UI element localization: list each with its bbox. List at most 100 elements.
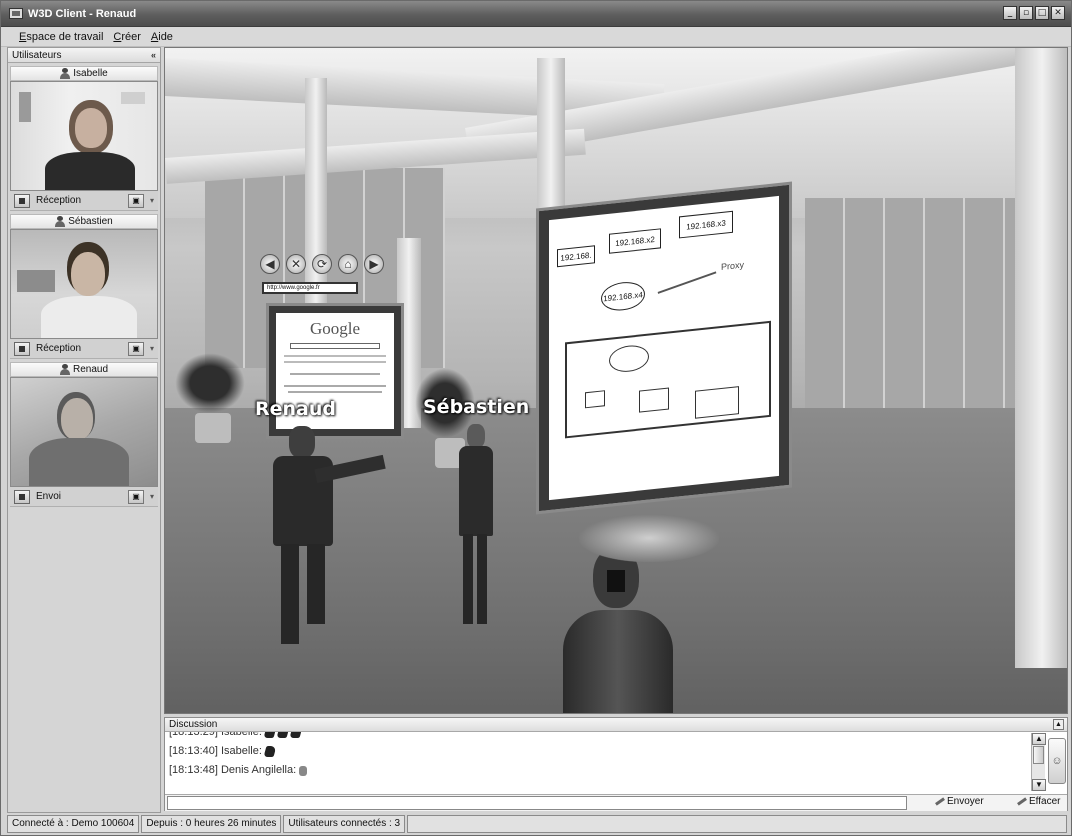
chat-user: Denis Angilella: — [220, 764, 297, 776]
user-name-bar: Renaud — [10, 362, 158, 377]
restore-button[interactable]: ▫ — [1019, 6, 1033, 20]
user-name: Isabelle — [73, 68, 108, 79]
chat-log: [18:13:29] Isabelle: [18:13:40] Isabelle… — [165, 732, 1031, 792]
emote-icon — [263, 746, 277, 757]
menu-bar: Espace de travail Créer Aide — [1, 27, 1071, 47]
ip-box: 192.168.x4 — [601, 279, 645, 313]
clear-label: Effacer — [1029, 796, 1061, 807]
chat-input-row: Envoyer Effacer — [165, 794, 1067, 811]
google-logo: Google — [309, 319, 361, 338]
chevron-down-icon[interactable]: ▾ — [150, 492, 154, 501]
chat-time: [18:13:29] — [169, 732, 218, 738]
user-icon — [55, 216, 66, 227]
smiley-icon[interactable]: ☺ — [1048, 738, 1066, 784]
cam-mode-label: Réception — [36, 343, 82, 354]
chevron-down-icon[interactable]: ▾ — [150, 344, 154, 353]
collapse-panel-button[interactable]: « — [151, 50, 156, 60]
scroll-thumb[interactable] — [1033, 746, 1044, 764]
clear-button[interactable]: Effacer — [1017, 796, 1061, 807]
stop-video-button[interactable] — [14, 341, 30, 356]
discussion-panel: Discussion ▲ [18:13:29] Isabelle: [18:13… — [164, 717, 1068, 811]
chat-scrollbar[interactable]: ▲ ▼ — [1031, 733, 1046, 791]
chat-message: [18:13:40] Isabelle: — [169, 742, 1031, 761]
3d-viewport[interactable]: ◀ ✕ ⟳ ⌂ ▶ http://www.google.fr Google 19… — [164, 47, 1068, 714]
video-feed-sebastien — [10, 229, 158, 339]
emote-icon — [276, 732, 290, 738]
avatar-renaud[interactable] — [255, 426, 386, 656]
proxy-label: Proxy — [721, 259, 745, 273]
collapse-discussion-button[interactable]: ▲ — [1053, 719, 1064, 730]
plant — [175, 353, 245, 443]
window-controls: _ ▫ □ ✕ — [1003, 6, 1065, 20]
chat-message: [18:13:48] Denis Angilella: — [169, 761, 1031, 780]
avatar-label-renaud: Renaud — [255, 398, 336, 420]
status-users-connected: Utilisateurs connectés : 3 — [283, 815, 406, 833]
user-name: Sébastien — [68, 216, 113, 227]
ip-box: 192.168.x3 — [679, 210, 733, 239]
camera-options-button[interactable]: ▣ — [127, 341, 144, 356]
chevron-down-icon[interactable]: ▾ — [150, 196, 154, 205]
cam-bar: Réception ▣ ▾ — [10, 191, 158, 211]
stop-video-button[interactable] — [14, 193, 30, 208]
user-name: Renaud — [72, 364, 109, 375]
chat-time: [18:13:48] — [169, 764, 218, 776]
app-window: W3D Client - Renaud _ ▫ □ ✕ Espace de tr… — [0, 0, 1072, 836]
eraser-icon — [1017, 797, 1027, 806]
chat-message: [18:13:29] Isabelle: — [169, 732, 1031, 742]
users-panel-header: Utilisateurs « — [8, 48, 160, 63]
pillar — [1015, 48, 1067, 668]
menu-espace-de-travail[interactable]: Espace de travail — [19, 31, 103, 43]
discussion-header: Discussion ▲ — [165, 718, 1067, 732]
ip-box: 192.168. — [557, 245, 595, 268]
user-icon — [59, 364, 70, 375]
cam-bar: Envoi ▣ ▾ — [10, 487, 158, 507]
back-arrow-icon[interactable]: ◀ — [260, 254, 280, 274]
cam-mode-label: Réception — [36, 195, 82, 206]
avatar-label-sebastien: Sébastien — [423, 396, 530, 418]
browser-3d-urlbar[interactable]: http://www.google.fr — [262, 282, 358, 294]
user-card-renaud: Renaud Envoi ▣ ▾ — [10, 362, 158, 507]
maximize-button[interactable]: □ — [1035, 6, 1049, 20]
camera-options-button[interactable]: ▣ — [127, 193, 144, 208]
scroll-up-button[interactable]: ▲ — [1032, 733, 1046, 745]
home-icon[interactable]: ⌂ — [338, 254, 358, 274]
camera-options-button[interactable]: ▣ — [127, 489, 144, 504]
app-icon — [9, 8, 23, 19]
status-since: Depuis : 0 heures 26 minutes — [141, 815, 282, 833]
pen-icon — [935, 797, 945, 806]
hand-icon — [299, 765, 308, 776]
status-connected: Connecté à : Demo 100604 — [7, 815, 140, 833]
video-feed-isabelle — [10, 81, 158, 191]
stop-video-button[interactable] — [14, 489, 30, 504]
title-bar[interactable]: W3D Client - Renaud _ ▫ □ ✕ — [1, 1, 1071, 27]
whiteboard[interactable]: 192.168. 192.168.x2 192.168.x3 192.168.x… — [539, 184, 789, 512]
send-button[interactable]: Envoyer — [935, 796, 984, 807]
cam-bar: Réception ▣ ▾ — [10, 339, 158, 359]
scroll-down-button[interactable]: ▼ — [1032, 779, 1046, 791]
close-icon[interactable]: ✕ — [286, 254, 306, 274]
chat-user: Isabelle: — [220, 732, 262, 738]
window-title: W3D Client - Renaud — [28, 7, 137, 20]
refresh-icon[interactable]: ⟳ — [312, 254, 332, 274]
users-panel-title: Utilisateurs — [12, 49, 62, 61]
minimize-button[interactable]: _ — [1003, 6, 1017, 20]
user-card-sebastien: Sébastien Réception ▣ ▾ — [10, 214, 158, 359]
discussion-title: Discussion — [169, 719, 218, 730]
menu-aide[interactable]: Aide — [151, 31, 173, 43]
close-button[interactable]: ✕ — [1051, 6, 1065, 20]
emote-icon — [289, 732, 303, 738]
cam-mode-label: Envoi — [36, 491, 62, 502]
menu-creer[interactable]: Créer — [113, 31, 141, 43]
avatar-sebastien[interactable] — [455, 424, 495, 634]
ip-box: 192.168.x2 — [609, 228, 661, 254]
status-bar: Connecté à : Demo 100604 Depuis : 0 heur… — [7, 815, 1067, 833]
chat-input[interactable] — [167, 796, 907, 810]
browser-3d-toolbar: ◀ ✕ ⟳ ⌂ ▶ — [260, 254, 384, 274]
user-name-bar: Sébastien — [10, 214, 158, 229]
avatar-self[interactable] — [563, 548, 673, 713]
forward-arrow-icon[interactable]: ▶ — [364, 254, 384, 274]
user-name-bar: Isabelle — [10, 66, 158, 81]
users-panel: Utilisateurs « Isabelle Réception ▣ ▾ Sé… — [7, 47, 161, 813]
chat-time: [18:13:40] — [169, 745, 218, 757]
emote-icon — [263, 732, 277, 738]
